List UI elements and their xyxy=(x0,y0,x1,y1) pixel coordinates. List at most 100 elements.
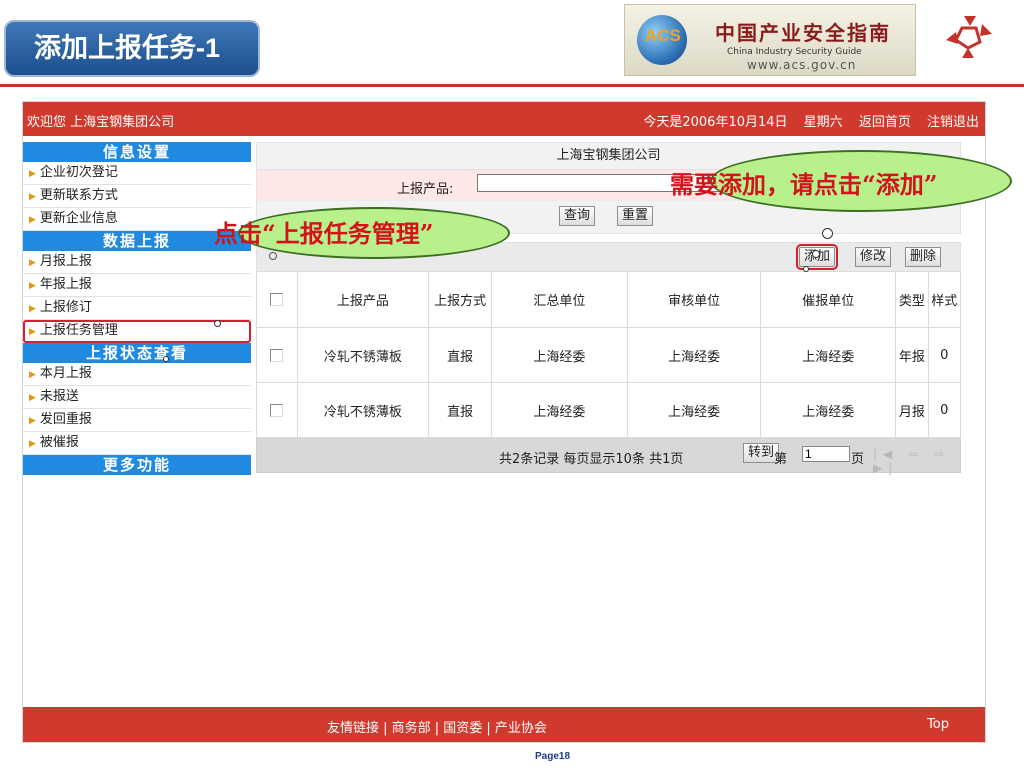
acs-banner: ACS 中国产业安全指南 China Industry Security Gui… xyxy=(624,4,916,76)
table-cell: 上海经委 xyxy=(490,327,628,383)
slide-title: 添加上报任务-1 xyxy=(4,20,260,77)
pagination-summary: 共2条记录 每页显示10条 共1页 xyxy=(499,452,684,467)
sidebar-item-monthly-report[interactable]: ▶ 月报上报 xyxy=(23,251,251,274)
table-cell: 月报 xyxy=(895,382,929,438)
page-number-input[interactable] xyxy=(802,446,850,462)
triangle-icon: ▶ xyxy=(29,304,36,314)
last-page-icon[interactable]: ▶| xyxy=(873,461,898,475)
sidebar-item-urged[interactable]: ▶ 被催报 xyxy=(23,432,251,455)
sidebar-item-annual-report[interactable]: ▶ 年报上报 xyxy=(23,274,251,297)
banner-title-cn: 中国产业安全指南 xyxy=(715,21,891,45)
table-cell: 冷轧不锈薄板 xyxy=(296,327,430,383)
triangle-icon: ▶ xyxy=(29,370,36,380)
triangle-icon: ▶ xyxy=(29,327,36,337)
sidebar-item-returned[interactable]: ▶ 发回重报 xyxy=(23,409,251,432)
logout-link[interactable]: 注销退出 xyxy=(927,115,979,130)
sidebar-section-more: 更多功能 xyxy=(23,455,251,475)
callout-dot xyxy=(803,266,809,272)
sidebar-item-label: 更新联系方式 xyxy=(39,188,118,203)
prev-page-icon[interactable]: ⇦ xyxy=(908,447,924,461)
sidebar-item-label: 被催报 xyxy=(39,435,79,450)
table-cell: 上海经委 xyxy=(760,382,897,438)
callout-dot xyxy=(214,320,221,327)
column-header: 上报方式 xyxy=(428,271,492,328)
first-page-icon[interactable]: |◀ xyxy=(873,447,898,461)
query-button[interactable]: 查询 xyxy=(559,206,596,226)
callout-dot xyxy=(812,250,820,258)
column-header: 审核单位 xyxy=(626,271,762,328)
sidebar-item-first-registration[interactable]: ▶ 企业初次登记 xyxy=(23,162,251,185)
row-select-cell xyxy=(256,327,298,383)
table-cell: 上海经委 xyxy=(626,327,762,383)
sidebar-item-label: 月报上报 xyxy=(39,254,92,269)
welcome-text: 欢迎您 上海宝钢集团公司 xyxy=(27,115,175,130)
triangle-icon: ▶ xyxy=(29,439,36,449)
page-suffix: 页 xyxy=(851,452,865,467)
triangle-icon: ▶ xyxy=(29,258,36,268)
triangle-icon: ▶ xyxy=(29,416,36,426)
table-cell: 直报 xyxy=(428,382,492,438)
table-cell: 直报 xyxy=(428,327,492,383)
home-link[interactable]: 返回首页 xyxy=(859,115,911,130)
table-cell: 上海经委 xyxy=(760,327,897,383)
acs-badge: ACS xyxy=(645,26,681,45)
table-header-row: 上报产品 上报方式 汇总单位 审核单位 催报单位 类型 样式 xyxy=(256,271,962,328)
edit-button[interactable]: 修改 xyxy=(855,247,892,267)
sidebar-item-label: 上报修订 xyxy=(39,300,92,315)
page-prefix: 第 xyxy=(774,452,788,467)
column-header: 汇总单位 xyxy=(490,271,628,328)
sidebar-item-report-revision[interactable]: ▶ 上报修订 xyxy=(23,297,251,320)
row-checkbox[interactable] xyxy=(270,348,284,362)
add-hint-text: 需要添加，请点击“添加” xyxy=(670,170,938,199)
column-header: 催报单位 xyxy=(760,271,897,328)
column-header: 类型 xyxy=(895,271,929,328)
table-row: 冷轧不锈薄板 直报 上海经委 上海经委 上海经委 年报 0 xyxy=(256,327,962,383)
column-header: 上报产品 xyxy=(296,271,430,328)
delete-button[interactable]: 删除 xyxy=(905,247,942,267)
callout-dot xyxy=(163,356,169,362)
sidebar-section-info: 信息设置 xyxy=(23,142,251,162)
select-all-cell xyxy=(256,271,298,328)
weekday-text: 星期六 xyxy=(803,115,843,130)
brand-logo-icon xyxy=(946,16,992,58)
sidebar-item-not-submitted[interactable]: ▶ 未报送 xyxy=(23,386,251,409)
banner-url: www.acs.gov.cn xyxy=(747,58,857,72)
reset-button[interactable]: 重置 xyxy=(617,206,654,226)
sidebar-section-status: 上报状态查看 xyxy=(23,343,251,363)
sidebar-item-label: 发回重报 xyxy=(39,412,92,427)
footer-links[interactable]: 友情链接 | 商务部 | 国资委 | 产业协会 xyxy=(327,717,547,736)
circle-icon xyxy=(269,252,277,260)
callout-dot xyxy=(822,228,833,239)
task-hint-text: 点击“上报任务管理” xyxy=(214,219,434,248)
sidebar-item-update-contact[interactable]: ▶ 更新联系方式 xyxy=(23,185,251,208)
header-divider xyxy=(0,84,1024,87)
sidebar-item-this-month[interactable]: ▶ 本月上报 xyxy=(23,363,251,386)
pager-nav: |◀ ⇦ ⇨ ▶| xyxy=(873,447,960,475)
sidebar-item-label: 未报送 xyxy=(39,389,79,404)
sidebar-item-label: 年报上报 xyxy=(39,277,92,292)
table-cell: 上海经委 xyxy=(626,382,762,438)
top-bar-links: 今天是2006年10月14日 星期六 返回首页 注销退出 xyxy=(643,111,979,130)
row-checkbox[interactable] xyxy=(270,403,284,417)
slide-page-number: Page18 xyxy=(535,751,571,762)
triangle-icon: ▶ xyxy=(29,215,36,225)
pagination-bar: 共2条记录 每页显示10条 共1页 转到 第 页 |◀ ⇦ ⇨ ▶| xyxy=(256,438,961,475)
sidebar-item-label: 更新企业信息 xyxy=(39,211,118,226)
select-all-checkbox[interactable] xyxy=(270,293,284,306)
next-page-icon[interactable]: ⇨ xyxy=(934,447,950,461)
sidebar-item-label: 上报任务管理 xyxy=(39,323,118,338)
table-cell: 0 xyxy=(927,327,962,383)
task-table: 上报产品 上报方式 汇总单位 审核单位 催报单位 类型 样式 冷轧不锈薄板 直报… xyxy=(256,271,962,438)
column-header: 样式 xyxy=(927,271,962,328)
table-cell: 冷轧不锈薄板 xyxy=(296,382,430,438)
back-to-top-link[interactable]: Top xyxy=(927,717,949,732)
table-cell: 0 xyxy=(927,382,962,438)
table-row: 冷轧不锈薄板 直报 上海经委 上海经委 上海经委 月报 0 xyxy=(256,382,962,438)
product-label: 上报产品: xyxy=(397,182,454,197)
sidebar-item-label: 本月上报 xyxy=(39,366,92,381)
table-cell: 年报 xyxy=(895,327,929,383)
table-cell: 上海经委 xyxy=(490,382,628,438)
triangle-icon: ▶ xyxy=(29,281,36,291)
triangle-icon: ▶ xyxy=(29,192,36,202)
triangle-icon: ▶ xyxy=(29,393,36,403)
